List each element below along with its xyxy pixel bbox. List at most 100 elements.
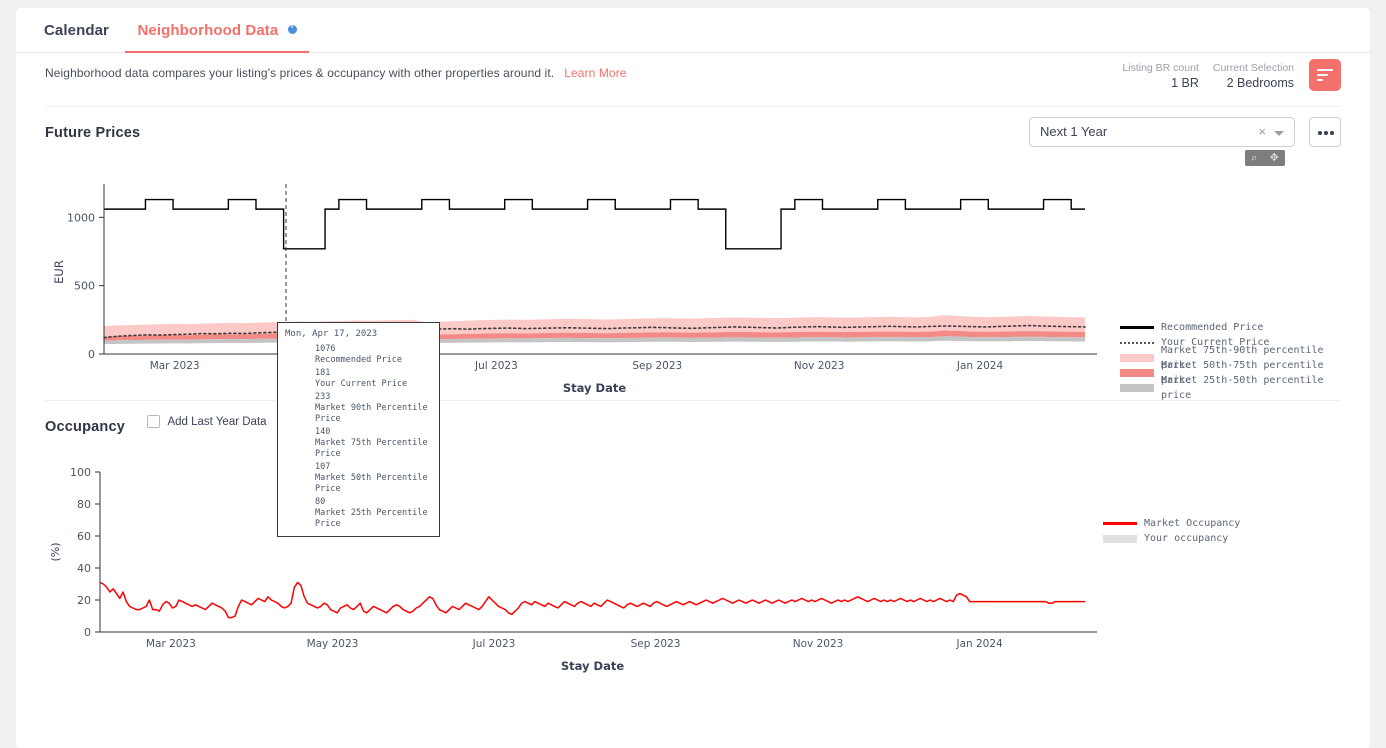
svg-text:Stay Date: Stay Date bbox=[563, 381, 626, 395]
tooltip-swatch-p25 bbox=[285, 497, 315, 502]
tab-calendar-label: Calendar bbox=[44, 22, 109, 39]
notice-text-container: Neighborhood data compares your listing'… bbox=[45, 66, 627, 80]
tooltip-label-p50: Market 50th Percentile Price bbox=[315, 473, 428, 494]
svg-text:Nov 2023: Nov 2023 bbox=[793, 638, 844, 650]
tooltip-text-p75: 140 Market 75th Percentile Price bbox=[315, 427, 432, 460]
legend-label-recommended-price: Recommended Price bbox=[1161, 320, 1263, 335]
svg-text:0: 0 bbox=[84, 626, 91, 639]
tab-neighborhood-data-label: Neighborhood Data bbox=[137, 22, 278, 39]
future-prices-title: Future Prices bbox=[45, 107, 140, 141]
tooltip-value-p90: 233 bbox=[315, 392, 330, 402]
dot-1 bbox=[1318, 131, 1322, 135]
meta-listing-br-count: Listing BR count 1 BR bbox=[1122, 61, 1198, 91]
checkbox-add-last-year-data-box[interactable] bbox=[147, 415, 160, 428]
tab-neighborhood-data[interactable]: Neighborhood Data bbox=[125, 8, 308, 52]
notice-text: Neighborhood data compares your listing'… bbox=[45, 66, 554, 80]
tab-bar: Calendar Neighborhood Data bbox=[16, 8, 1370, 53]
filter-line-2 bbox=[1317, 74, 1328, 76]
tooltip-row-p75: 140 Market 75th Percentile Price bbox=[285, 427, 432, 460]
legend-item-recommended-price: Recommended Price bbox=[1120, 320, 1341, 335]
legend-swatch-market-75-90 bbox=[1120, 354, 1154, 362]
tooltip-swatch-p50 bbox=[285, 462, 315, 467]
occupancy-title: Occupancy bbox=[45, 401, 125, 435]
tab-calendar[interactable]: Calendar bbox=[32, 8, 121, 52]
filter-icon[interactable] bbox=[1309, 59, 1341, 91]
svg-text:0: 0 bbox=[88, 348, 95, 361]
tooltip-value-recommended: 1076 bbox=[315, 344, 335, 354]
future-prices-legend: Recommended Price Your Current Price Mar… bbox=[1120, 320, 1341, 395]
svg-text:Jan 2024: Jan 2024 bbox=[955, 638, 1003, 650]
legend-item-market-25-50: Market 25th-50th percentile price bbox=[1120, 380, 1341, 395]
tooltip-label-p25: Market 25th Percentile Price bbox=[315, 508, 428, 529]
svg-text:Sep 2023: Sep 2023 bbox=[632, 360, 682, 372]
tooltip-value-current: 181 bbox=[315, 368, 330, 378]
clear-icon[interactable]: × bbox=[1258, 124, 1266, 139]
tooltip-text-recommended: 1076 Recommended Price bbox=[315, 344, 402, 366]
dot-3 bbox=[1330, 131, 1334, 135]
svg-text:(%): (%) bbox=[49, 542, 62, 561]
future-prices-chart[interactable]: 05001000EURMar 2023May 2023Jul 2023Sep 2… bbox=[45, 142, 1341, 392]
learn-more-link[interactable]: Learn More bbox=[564, 66, 626, 80]
svg-text:100: 100 bbox=[70, 466, 91, 479]
svg-text:Jul 2023: Jul 2023 bbox=[474, 360, 518, 372]
tooltip-row-current: 181 Your Current Price bbox=[285, 368, 432, 390]
occupancy-legend: Market Occupancy Your occupancy bbox=[1103, 516, 1240, 546]
svg-text:20: 20 bbox=[77, 594, 91, 607]
notice-bar: Neighborhood data compares your listing'… bbox=[45, 53, 1341, 107]
meta-listing-br-count-value: 1 BR bbox=[1122, 75, 1198, 91]
occupancy-section: Occupancy Add Last Year Data Add Pickup … bbox=[45, 401, 1341, 686]
occupancy-chart[interactable]: 020406080100(%)Mar 2023May 2023Jul 2023S… bbox=[45, 436, 1341, 686]
legend-label-market-25-50: Market 25th-50th percentile price bbox=[1161, 373, 1341, 403]
future-prices-section: Future Prices Next 1 Year × ⌕ ✥ 05001000… bbox=[45, 107, 1341, 392]
svg-text:Jul 2023: Jul 2023 bbox=[472, 638, 516, 650]
tooltip-text-p90: 233 Market 90th Percentile Price bbox=[315, 392, 432, 425]
tooltip-row-p90: 233 Market 90th Percentile Price bbox=[285, 392, 432, 425]
legend-label-market-occupancy: Market Occupancy bbox=[1144, 516, 1240, 531]
svg-text:Mar 2023: Mar 2023 bbox=[146, 638, 196, 650]
svg-text:500: 500 bbox=[74, 280, 95, 293]
tooltip-value-p25: 80 bbox=[315, 497, 325, 507]
svg-text:Jan 2024: Jan 2024 bbox=[956, 360, 1004, 372]
svg-text:Stay Date: Stay Date bbox=[561, 659, 624, 673]
tooltip-row-p50: 107 Market 50th Percentile Price bbox=[285, 462, 432, 495]
tooltip-date: Mon, Apr 17, 2023 bbox=[285, 329, 432, 339]
legend-swatch-your-occupancy bbox=[1103, 535, 1137, 543]
legend-swatch-market-50-75 bbox=[1120, 369, 1154, 377]
checkbox-add-last-year-data-label: Add Last Year Data bbox=[167, 416, 266, 428]
chevron-down-icon[interactable] bbox=[1274, 131, 1284, 136]
occupancy-svg[interactable]: 020406080100(%)Mar 2023May 2023Jul 2023S… bbox=[45, 466, 1365, 716]
meta-current-selection: Current Selection 2 Bedrooms bbox=[1213, 61, 1294, 91]
tooltip-value-p75: 140 bbox=[315, 427, 330, 437]
meta-current-selection-value: 2 Bedrooms bbox=[1213, 75, 1294, 91]
tooltip-row-recommended: 1076 Recommended Price bbox=[285, 344, 432, 366]
tooltip-label-recommended: Recommended Price bbox=[315, 355, 402, 365]
svg-text:80: 80 bbox=[77, 498, 91, 511]
svg-text:May 2023: May 2023 bbox=[307, 638, 359, 650]
tooltip-label-p90: Market 90th Percentile Price bbox=[315, 403, 428, 424]
filter-line-1 bbox=[1317, 69, 1333, 71]
info-icon[interactable] bbox=[288, 25, 297, 34]
tooltip-row-p25: 80 Market 25th Percentile Price bbox=[285, 497, 432, 530]
svg-text:EUR: EUR bbox=[52, 260, 66, 284]
tooltip-swatch-current bbox=[285, 368, 315, 373]
tooltip-text-current: 181 Your Current Price bbox=[315, 368, 407, 390]
tooltip-text-p50: 107 Market 50th Percentile Price bbox=[315, 462, 432, 495]
legend-label-your-occupancy: Your occupancy bbox=[1144, 531, 1228, 546]
svg-text:Sep 2023: Sep 2023 bbox=[631, 638, 681, 650]
svg-text:1000: 1000 bbox=[67, 211, 95, 224]
tooltip-swatch-p90 bbox=[285, 392, 315, 397]
legend-swatch-market-25-50 bbox=[1120, 384, 1154, 392]
checkbox-add-last-year-data[interactable]: Add Last Year Data bbox=[147, 415, 266, 428]
legend-swatch-market-occupancy bbox=[1103, 522, 1137, 525]
chart-tooltip: Mon, Apr 17, 2023 1076 Recommended Price… bbox=[277, 322, 440, 537]
filter-line-3 bbox=[1317, 79, 1323, 81]
legend-swatch-your-current-price bbox=[1120, 342, 1154, 344]
app-page: Calendar Neighborhood Data Neighborhood … bbox=[16, 8, 1370, 748]
svg-text:Mar 2023: Mar 2023 bbox=[150, 360, 200, 372]
legend-item-your-occupancy: Your occupancy bbox=[1103, 531, 1240, 546]
dot-2 bbox=[1324, 131, 1328, 135]
meta-current-selection-label: Current Selection bbox=[1213, 61, 1294, 75]
date-range-value: Next 1 Year bbox=[1040, 124, 1107, 139]
meta-group: Listing BR count 1 BR Current Selection … bbox=[1122, 61, 1294, 91]
legend-swatch-recommended-price bbox=[1120, 326, 1154, 329]
